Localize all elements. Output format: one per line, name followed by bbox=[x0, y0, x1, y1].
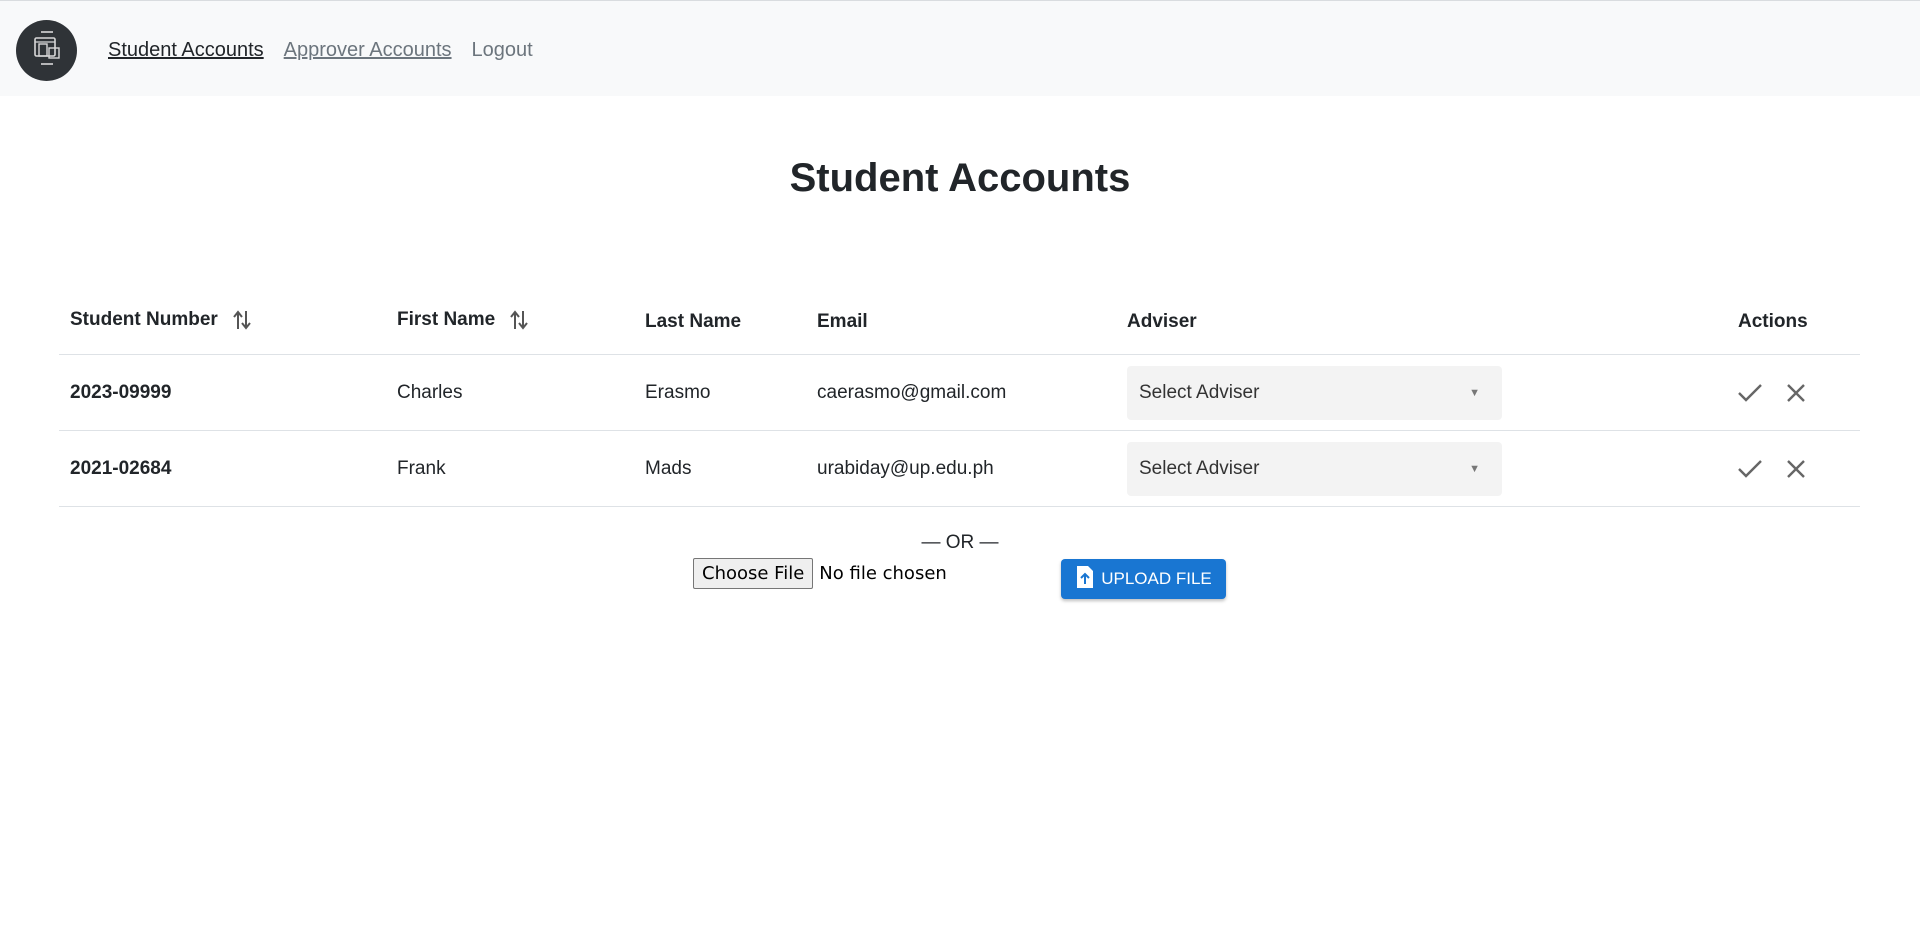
upload-file-label: UPLOAD FILE bbox=[1101, 569, 1212, 588]
choose-file-button[interactable]: Choose File bbox=[693, 558, 814, 589]
header-last-name: Last Name bbox=[645, 311, 741, 333]
page-title: Student Accounts bbox=[789, 156, 1131, 200]
adviser-cell: Select Adviser ▼ bbox=[1127, 431, 1502, 506]
header-student-number: Student Number bbox=[70, 308, 252, 332]
header-actions-label: Actions bbox=[1738, 311, 1808, 332]
adviser-select[interactable]: Select Adviser ▼ bbox=[1127, 441, 1502, 496]
student-accounts-table: Student Number First Name Last Name Emai… bbox=[59, 290, 1860, 507]
student-number-cell: 2023-09999 bbox=[70, 381, 172, 403]
student-number-cell: 2021-02684 bbox=[70, 457, 172, 479]
file-input: Choose File No file chosen bbox=[693, 558, 947, 589]
file-upload-icon bbox=[1075, 564, 1095, 595]
actions-cell bbox=[1737, 355, 1807, 430]
first-name-cell: Charles bbox=[397, 381, 463, 403]
email-cell: urabiday@up.edu.ph bbox=[817, 457, 994, 479]
adviser-select-value: Select Adviser bbox=[1139, 381, 1260, 403]
document-devices-icon bbox=[32, 30, 62, 71]
reject-icon[interactable] bbox=[1785, 458, 1807, 480]
header-actions: Actions bbox=[1738, 311, 1808, 333]
table-row: 2023-09999 Charles Erasmo caerasmo@gmail… bbox=[59, 355, 1860, 431]
header-student-number-label: Student Number bbox=[70, 309, 218, 330]
approve-icon[interactable] bbox=[1737, 458, 1763, 480]
app-logo[interactable] bbox=[16, 20, 77, 81]
header-first-name-label: First Name bbox=[397, 309, 496, 330]
actions-cell bbox=[1737, 431, 1807, 506]
chevron-down-icon: ▼ bbox=[1469, 462, 1480, 475]
or-separator: — OR — bbox=[921, 532, 999, 553]
nav-approver-accounts[interactable]: Approver Accounts bbox=[284, 39, 452, 62]
upload-file-button[interactable]: UPLOAD FILE bbox=[1061, 559, 1226, 599]
file-status-text: No file chosen bbox=[819, 563, 947, 584]
adviser-cell: Select Adviser ▼ bbox=[1127, 355, 1502, 430]
nav-student-accounts[interactable]: Student Accounts bbox=[108, 39, 264, 62]
header-first-name: First Name bbox=[397, 308, 529, 332]
last-name-cell: Erasmo bbox=[645, 381, 711, 403]
sort-icon[interactable] bbox=[509, 308, 529, 332]
email-cell: caerasmo@gmail.com bbox=[817, 381, 1007, 403]
last-name-cell: Mads bbox=[645, 457, 692, 479]
navbar: Student Accounts Approver Accounts Logou… bbox=[0, 1, 1920, 96]
header-adviser: Adviser bbox=[1127, 311, 1197, 333]
header-email-label: Email bbox=[817, 311, 868, 332]
sort-icon[interactable] bbox=[232, 308, 252, 332]
first-name-cell: Frank bbox=[397, 457, 446, 479]
table-header: Student Number First Name Last Name Emai… bbox=[59, 290, 1860, 355]
approve-icon[interactable] bbox=[1737, 382, 1763, 404]
nav-links: Student Accounts Approver Accounts Logou… bbox=[108, 39, 533, 62]
chevron-down-icon: ▼ bbox=[1469, 386, 1480, 399]
table-row: 2021-02684 Frank Mads urabiday@up.edu.ph… bbox=[59, 431, 1860, 507]
header-last-name-label: Last Name bbox=[645, 311, 742, 332]
reject-icon[interactable] bbox=[1785, 382, 1807, 404]
adviser-select[interactable]: Select Adviser ▼ bbox=[1127, 365, 1502, 420]
nav-logout[interactable]: Logout bbox=[472, 39, 533, 62]
adviser-select-value: Select Adviser bbox=[1139, 457, 1260, 479]
header-adviser-label: Adviser bbox=[1127, 311, 1197, 332]
header-email: Email bbox=[817, 311, 868, 333]
